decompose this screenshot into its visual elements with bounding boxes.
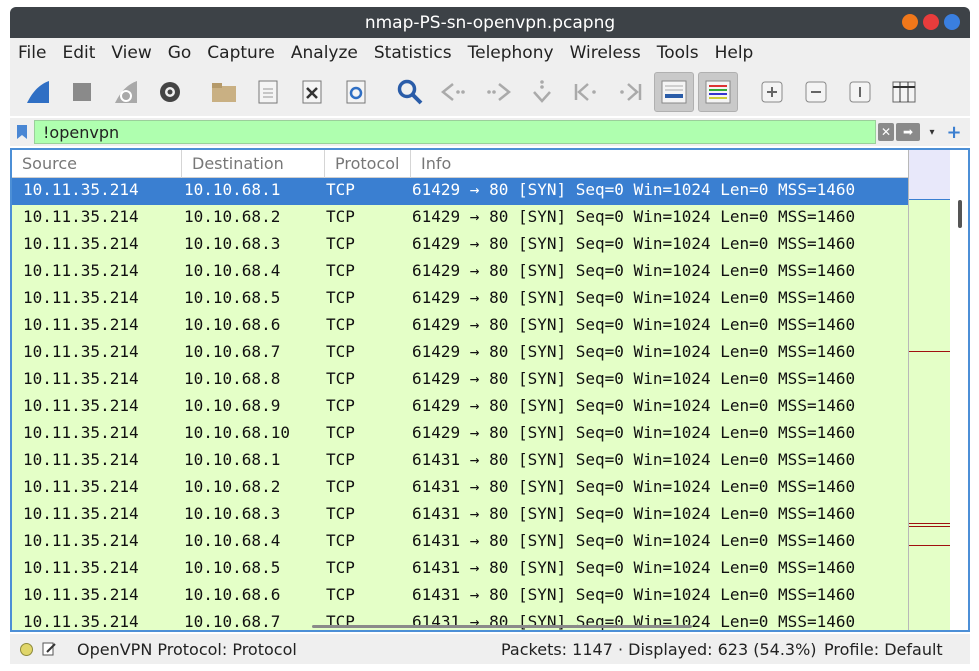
horizontal-scrollbar[interactable]	[12, 622, 908, 630]
menu-file[interactable]: File	[10, 43, 54, 63]
table-row[interactable]: 10.11.35.214 10.10.68.9 TCP 61429 → 80 [SYN…	[12, 394, 908, 421]
add-filter-button[interactable]: +	[944, 122, 964, 143]
table-row[interactable]: 10.11.35.214 10.10.68.5 TCP 61429 → 80 [SYN…	[12, 286, 908, 313]
menu-bar: File Edit View Go Capture Analyze Statis…	[10, 38, 970, 68]
window-title: nmap-PS-sn-openvpn.pcapng	[364, 12, 616, 33]
table-row[interactable]: 10.11.35.214 10.10.68.6 TCP 61429 → 80 [SYN…	[12, 313, 908, 340]
title-bar: nmap-PS-sn-openvpn.pcapng	[10, 7, 970, 38]
first-packet-icon[interactable]	[566, 72, 606, 112]
packet-rows: 10.11.35.214 10.10.68.1 TCP 61429 → 80 [SYN…	[12, 178, 908, 630]
vertical-scrollbar[interactable]	[950, 150, 968, 630]
autoscroll-icon[interactable]	[654, 72, 694, 112]
table-row[interactable]: 10.11.35.214 10.10.68.2 TCP 61429 → 80 [SYN…	[12, 205, 908, 232]
main-toolbar	[10, 68, 970, 116]
status-bar: OpenVPN Protocol: Protocol Packets: 1147…	[10, 634, 970, 664]
zoom-out-icon[interactable]	[796, 72, 836, 112]
minimize-button[interactable]	[902, 14, 918, 30]
apply-filter-button[interactable]: ➡	[896, 123, 920, 141]
clear-filter-button[interactable]: ✕	[878, 123, 894, 141]
chevron-down-icon: ▾	[929, 126, 935, 138]
minimap-marker	[909, 545, 951, 546]
column-header-protocol[interactable]: Protocol	[325, 150, 411, 178]
packet-list-header: Source Destination Protocol Info	[12, 150, 908, 178]
go-forward-icon[interactable]	[478, 72, 518, 112]
horizontal-scrollbar-thumb[interactable]	[312, 625, 692, 628]
table-row[interactable]: 10.11.35.214 10.10.68.8 TCP 61429 → 80 [SYN…	[12, 367, 908, 394]
stop-icon[interactable]	[62, 72, 102, 112]
expert-info-icon[interactable]	[20, 642, 33, 656]
reload-icon[interactable]	[336, 72, 376, 112]
menu-go[interactable]: Go	[160, 43, 200, 63]
restart-icon[interactable]	[106, 72, 146, 112]
shark-fin-start-icon[interactable]	[18, 72, 58, 112]
table-row[interactable]: 10.11.35.214 10.10.68.3 TCP 61429 → 80 [SYN…	[12, 232, 908, 259]
zoom-in-icon[interactable]	[752, 72, 792, 112]
capture-comment-icon[interactable]	[41, 641, 57, 657]
menu-wireless[interactable]: Wireless	[562, 43, 649, 63]
table-row[interactable]: 10.11.35.214 10.10.68.6 TCP 61431 → 80 [SYN…	[12, 583, 908, 610]
column-header-info[interactable]: Info	[411, 150, 908, 178]
maximize-button[interactable]	[923, 14, 939, 30]
window-controls	[902, 14, 960, 30]
profile-selector[interactable]: Profile: Default	[824, 640, 943, 659]
last-packet-icon[interactable]	[610, 72, 650, 112]
menu-edit[interactable]: Edit	[54, 43, 103, 63]
menu-help[interactable]: Help	[707, 43, 762, 63]
close-button[interactable]	[944, 14, 960, 30]
arrow-right-icon: ➡	[902, 125, 914, 139]
bookmark-icon[interactable]	[10, 119, 34, 145]
table-row[interactable]: 10.11.35.214 10.10.68.10 TCP 61429 → 80 [SY…	[12, 421, 908, 448]
close-icon: ✕	[880, 125, 892, 139]
column-header-source[interactable]: Source	[12, 150, 182, 178]
menu-statistics[interactable]: Statistics	[366, 43, 460, 63]
column-header-destination[interactable]: Destination	[182, 150, 325, 178]
display-filter-input[interactable]	[34, 120, 876, 144]
table-row[interactable]: 10.11.35.214 10.10.68.5 TCP 61431 → 80 [SYN…	[12, 556, 908, 583]
status-message: OpenVPN Protocol: Protocol	[77, 639, 297, 659]
go-to-packet-icon[interactable]	[522, 72, 562, 112]
open-folder-icon[interactable]	[204, 72, 244, 112]
minimap-viewport	[909, 150, 951, 200]
minimap-marker	[909, 523, 951, 524]
minimap-marker	[909, 526, 951, 527]
table-row[interactable]: 10.11.35.214 10.10.68.4 TCP 61431 → 80 [SYN…	[12, 529, 908, 556]
table-row[interactable]: 10.11.35.214 10.10.68.2 TCP 61431 → 80 [SYN…	[12, 475, 908, 502]
save-file-icon[interactable]	[248, 72, 288, 112]
display-filter-bar: ✕ ➡ ▾ +	[10, 118, 970, 146]
table-row[interactable]: 10.11.35.214 10.10.68.3 TCP 61431 → 80 [SYN…	[12, 502, 908, 529]
table-row[interactable]: 10.11.35.214 10.10.68.1 TCP 61429 → 80 [SYN…	[12, 178, 908, 205]
table-row[interactable]: 10.11.35.214 10.10.68.1 TCP 61431 → 80 [SYN…	[12, 448, 908, 475]
close-file-icon[interactable]	[292, 72, 332, 112]
plus-icon: +	[946, 121, 962, 143]
normal-size-icon[interactable]	[840, 72, 880, 112]
menu-view[interactable]: View	[103, 43, 159, 63]
minimap-marker	[909, 351, 951, 352]
menu-analyze[interactable]: Analyze	[283, 43, 366, 63]
search-icon[interactable]	[390, 72, 430, 112]
menu-telephony[interactable]: Telephony	[460, 43, 562, 63]
colorize-icon[interactable]	[698, 72, 738, 112]
packet-minimap[interactable]	[908, 150, 951, 630]
table-row[interactable]: 10.11.35.214 10.10.68.4 TCP 61429 → 80 [SYN…	[12, 259, 908, 286]
menu-tools[interactable]: Tools	[649, 43, 707, 63]
filter-history-dropdown[interactable]: ▾	[922, 127, 942, 138]
resize-columns-icon[interactable]	[884, 72, 924, 112]
menu-capture[interactable]: Capture	[199, 43, 283, 63]
table-row[interactable]: 10.11.35.214 10.10.68.7 TCP 61429 → 80 [SYN…	[12, 340, 908, 367]
packet-count[interactable]: Packets: 1147 · Displayed: 623 (54.3%)	[501, 640, 817, 659]
packet-list[interactable]: Source Destination Protocol Info 10.11.3…	[10, 148, 970, 632]
go-back-icon[interactable]	[434, 72, 474, 112]
vertical-scrollbar-thumb[interactable]	[958, 200, 962, 228]
capture-options-icon[interactable]	[150, 72, 190, 112]
